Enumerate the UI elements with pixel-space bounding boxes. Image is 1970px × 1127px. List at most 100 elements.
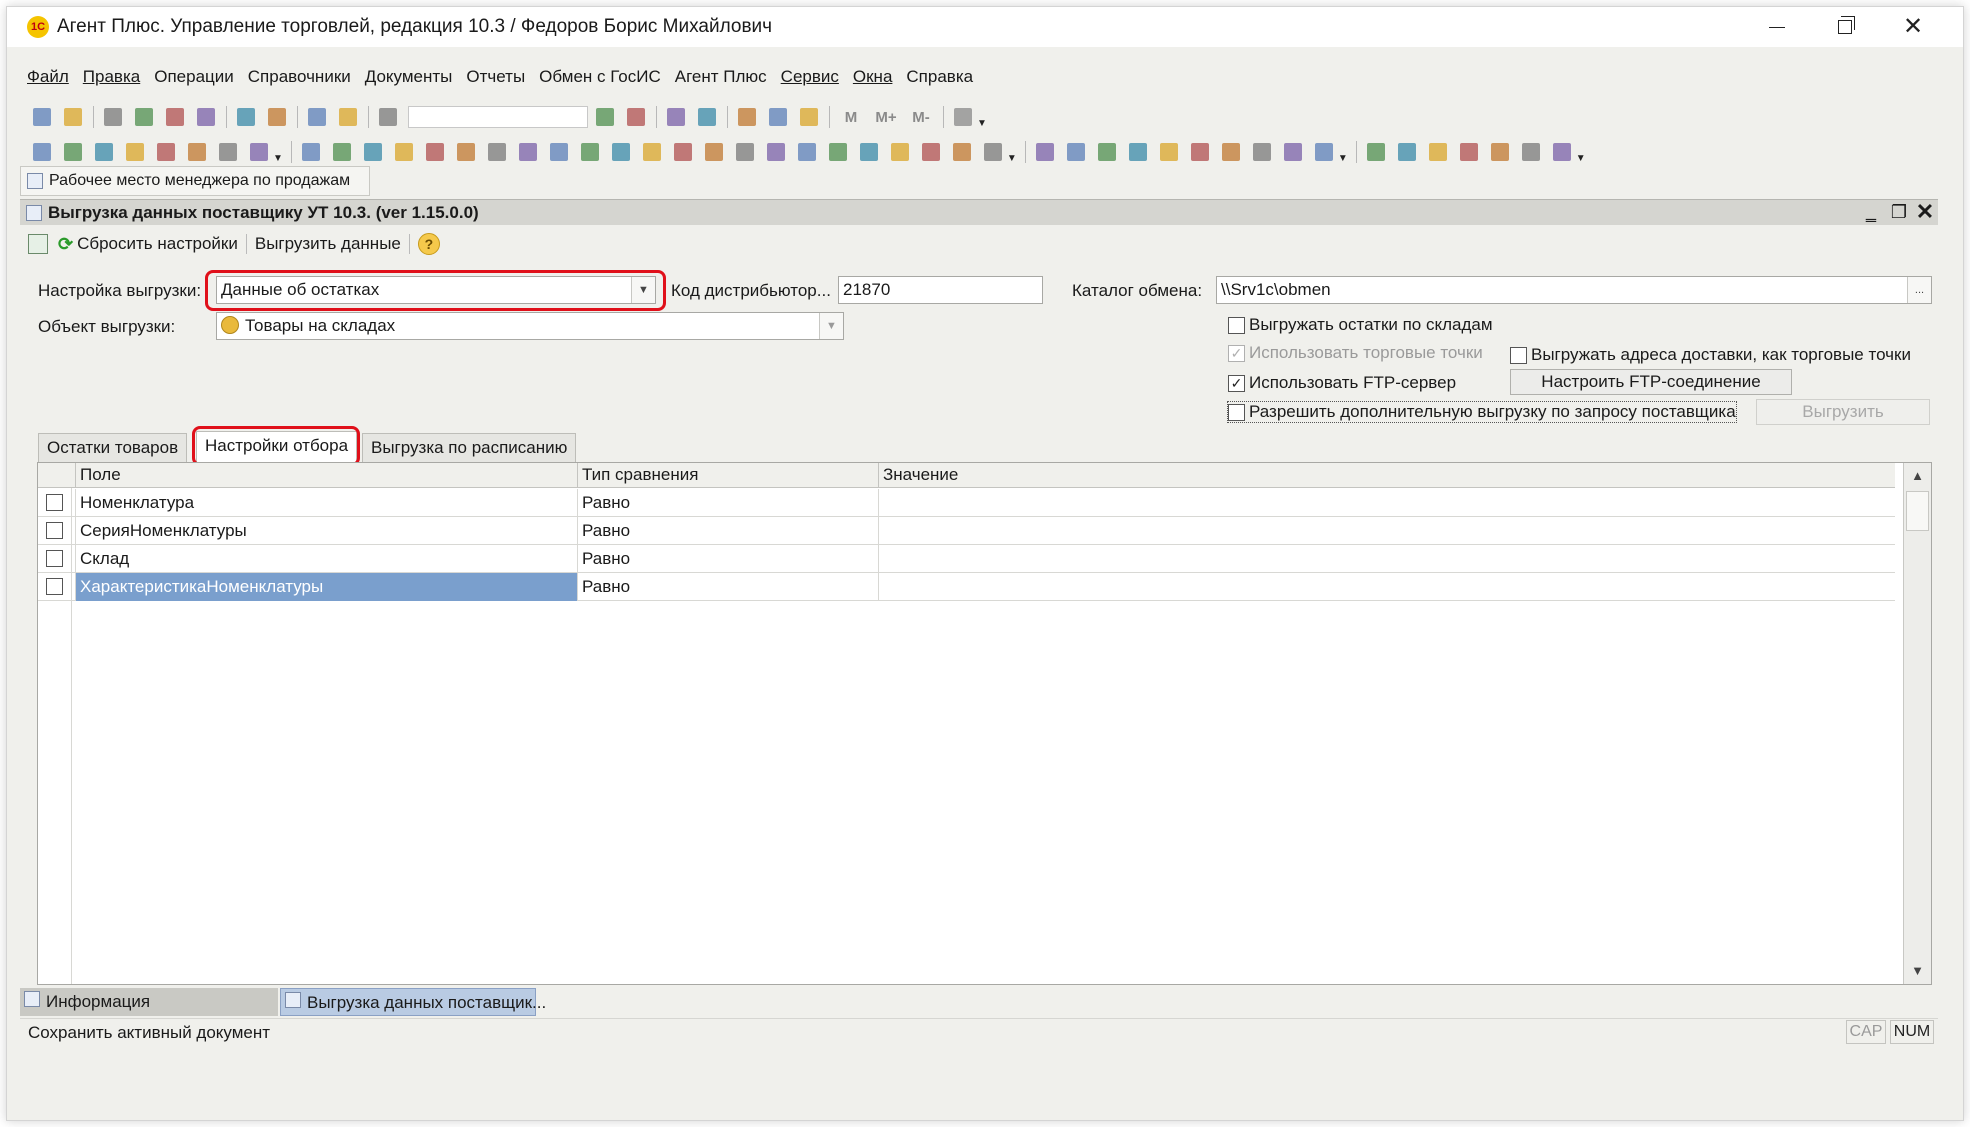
table-row[interactable]: ХарактеристикаНоменклатуры Равно <box>38 573 1895 601</box>
tab-schedule[interactable]: Выгрузка по расписанию <box>362 433 577 462</box>
toolbar-action-icon[interactable] <box>641 141 663 163</box>
row-checkbox[interactable] <box>46 578 63 595</box>
toolbar-action-icon[interactable] <box>548 141 570 163</box>
taskbar-info-tab[interactable]: Информация <box>20 988 278 1016</box>
cell-field[interactable]: Склад <box>76 545 578 573</box>
toolbar-action-icon[interactable] <box>1282 141 1304 163</box>
toolbar-action-icon[interactable] <box>93 141 115 163</box>
distributor-code-input[interactable]: 21870 <box>838 276 1043 304</box>
help-icon[interactable]: ? <box>417 233 440 255</box>
toolbar-action-icon[interactable] <box>1220 141 1242 163</box>
paste-icon[interactable] <box>195 106 217 128</box>
chevron-down-icon[interactable]: ▼ <box>819 313 843 339</box>
toolbar-action-icon[interactable] <box>1313 141 1335 163</box>
allow-additional-checkbox[interactable]: Разрешить дополнительную выгрузку по зап… <box>1227 401 1737 423</box>
menu-item[interactable]: Отчеты <box>466 67 525 97</box>
toolbar-action-icon[interactable] <box>31 141 53 163</box>
minimize-button[interactable] <box>1747 7 1807 47</box>
toolbar-action-icon[interactable] <box>951 141 973 163</box>
menu-item[interactable]: Документы <box>365 67 453 97</box>
toolbar-action-icon[interactable] <box>982 141 1004 163</box>
cell-compare[interactable]: Равно <box>578 517 879 545</box>
toolbar-action-icon[interactable] <box>920 141 942 163</box>
toolbar-action-icon[interactable] <box>486 141 508 163</box>
catalog-input[interactable]: \\Srv1c\obmen ... <box>1216 276 1932 304</box>
print-preview-icon[interactable] <box>266 106 288 128</box>
users-icon[interactable] <box>798 106 820 128</box>
doc-minimize-button[interactable]: ‗ <box>1858 199 1884 225</box>
taskbar-export-tab[interactable]: Выгрузка данных поставщик... <box>280 988 546 1016</box>
toolbar-action-icon[interactable] <box>1189 141 1211 163</box>
memory-plus-button[interactable]: M+ <box>873 106 899 128</box>
new-document-icon[interactable] <box>31 106 53 128</box>
toolbar-action-icon[interactable] <box>331 141 353 163</box>
redo-icon[interactable] <box>337 106 359 128</box>
chevron-down-icon[interactable]: ▼ <box>273 153 283 164</box>
cell-value[interactable] <box>879 489 1895 517</box>
toolbar-action-icon[interactable] <box>155 141 177 163</box>
cell-value[interactable] <box>879 573 1895 601</box>
tools-icon[interactable] <box>952 106 974 128</box>
toolbar-action-icon[interactable] <box>217 141 239 163</box>
toolbar-action-icon[interactable] <box>672 141 694 163</box>
doc-restore-button[interactable]: ❐ <box>1886 199 1912 225</box>
menu-item[interactable]: Сервис <box>781 67 839 97</box>
toolbar-action-icon[interactable] <box>1034 141 1056 163</box>
toolbar-action-icon[interactable] <box>424 141 446 163</box>
menu-item[interactable]: Справочники <box>248 67 351 97</box>
workplace-tab[interactable]: Рабочее место менеджера по продажам <box>20 166 370 196</box>
toolbar-action-icon[interactable] <box>1427 141 1449 163</box>
column-header-field[interactable]: Поле <box>76 463 578 488</box>
toolbar-action-icon[interactable] <box>1158 141 1180 163</box>
tab-stock[interactable]: Остатки товаров <box>38 433 188 462</box>
export-settings-icon[interactable] <box>28 234 48 254</box>
toolbar-action-icon[interactable] <box>1396 141 1418 163</box>
vertical-scrollbar[interactable]: ▲ ▼ <box>1903 463 1931 984</box>
toolbar-action-icon[interactable] <box>858 141 880 163</box>
find-icon[interactable] <box>377 106 399 128</box>
menu-item[interactable]: Файл <box>27 67 69 97</box>
undo-icon[interactable] <box>306 106 328 128</box>
toolbar-action-icon[interactable] <box>796 141 818 163</box>
toolbar-action-icon[interactable] <box>1520 141 1542 163</box>
toolbar-action-icon[interactable] <box>1551 141 1573 163</box>
cell-field[interactable]: ХарактеристикаНоменклатуры <box>76 573 578 601</box>
chevron-down-icon[interactable]: ▼ <box>1338 153 1348 164</box>
save-icon[interactable] <box>102 106 124 128</box>
toolbar-action-icon[interactable] <box>579 141 601 163</box>
memory-minus-button[interactable]: M- <box>908 106 934 128</box>
menu-item[interactable]: Справка <box>906 67 973 97</box>
print-icon[interactable] <box>235 106 257 128</box>
menu-item[interactable]: Окна <box>853 67 893 97</box>
search-prev-icon[interactable] <box>625 106 647 128</box>
export-data-button[interactable]: Выгрузить данные <box>255 234 401 254</box>
scroll-up-icon[interactable]: ▲ <box>1904 463 1931 489</box>
menu-item[interactable]: Обмен с ГосИС <box>539 67 661 97</box>
toolbar-action-icon[interactable] <box>610 141 632 163</box>
browse-button[interactable]: ... <box>1907 277 1931 303</box>
table-row[interactable]: Склад Равно <box>38 545 1895 573</box>
menu-item[interactable]: Агент Плюс <box>675 67 767 97</box>
memory-m-button[interactable]: M <box>838 106 864 128</box>
toolbar-action-icon[interactable] <box>1096 141 1118 163</box>
toolbar-action-icon[interactable] <box>1065 141 1087 163</box>
search-next-icon[interactable] <box>594 106 616 128</box>
column-header-value[interactable]: Значение <box>879 463 1895 488</box>
chevron-down-icon[interactable]: ▼ <box>1007 153 1017 164</box>
toolbar-action-icon[interactable] <box>186 141 208 163</box>
cell-field[interactable]: СерияНоменклатуры <box>76 517 578 545</box>
checkbox-box[interactable]: ✓ <box>1228 374 1245 392</box>
toolbar-action-icon[interactable] <box>1251 141 1273 163</box>
windows-icon[interactable] <box>665 106 687 128</box>
toolbar-action-icon[interactable] <box>362 141 384 163</box>
toolbar-action-icon[interactable] <box>1489 141 1511 163</box>
table-row[interactable]: СерияНоменклатуры Равно <box>38 517 1895 545</box>
toolbar-action-icon[interactable] <box>248 141 270 163</box>
use-ftp-checkbox[interactable]: ✓ Использовать FTP-сервер <box>1228 373 1456 393</box>
calculator-icon[interactable] <box>736 106 758 128</box>
doc-close-button[interactable]: ✕ <box>1912 199 1938 225</box>
row-checkbox[interactable] <box>46 494 63 511</box>
close-window-button[interactable]: ✕ <box>1883 7 1943 47</box>
toolbar-action-icon[interactable] <box>1127 141 1149 163</box>
restore-button[interactable] <box>1815 7 1875 47</box>
